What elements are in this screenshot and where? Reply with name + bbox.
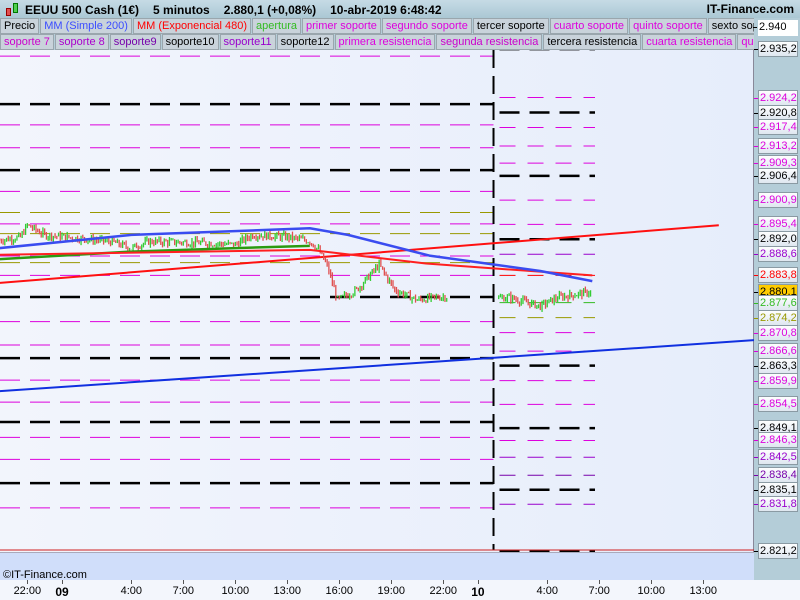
- chart-footer: ©IT-Finance.com: [0, 552, 754, 581]
- time-tick-mark: [443, 580, 445, 584]
- price-level-label: 2.854,5: [754, 396, 798, 413]
- price-level-label: 2.831,8: [754, 496, 798, 513]
- price-level-label: 2.900,9: [754, 192, 798, 209]
- chart-plot-area[interactable]: ©IT-Finance.com: [0, 50, 754, 581]
- legend-item[interactable]: segundo soporte: [381, 18, 472, 34]
- time-tick-label: 7:00: [172, 585, 195, 597]
- time-tick-label: 4:00: [536, 585, 558, 597]
- legend-item[interactable]: soporte 8: [54, 34, 109, 50]
- time-tick-mark: [651, 580, 653, 584]
- time-tick-mark: [703, 580, 705, 584]
- price-level-label: 2.859,9: [754, 372, 798, 389]
- time-tick-label: 19:00: [377, 585, 406, 597]
- price-level-label: 2.870,8: [754, 324, 798, 341]
- price-level-label: 2.863,3: [754, 357, 798, 374]
- time-tick-label: 13:00: [273, 585, 302, 597]
- legend-row-1: Precio MM (Simple 200) MM (Exponencial 480…: [0, 18, 756, 34]
- time-tick-mark: [183, 580, 185, 584]
- time-tick-mark: [547, 580, 549, 584]
- price-level-label: 2.821,2: [754, 542, 798, 559]
- legend-item[interactable]: tercer soporte: [472, 18, 549, 34]
- price-level-label: 2.842,5: [754, 449, 798, 466]
- time-tick-label: 10:00: [637, 585, 665, 597]
- time-tick-mark: [599, 580, 601, 584]
- price-level-label: 2.924,2: [754, 89, 798, 106]
- title-bar: EEUU 500 Cash (1€) 5 minutos 2.880,1 (+0…: [0, 0, 800, 19]
- legend-row-2: soporte 7 soporte 8 soporte9 soporte10 sopor…: [0, 34, 754, 50]
- price-level-label: 2.846,3: [754, 432, 798, 449]
- legend-item[interactable]: MM (Exponencial 480): [132, 18, 251, 34]
- time-tick-label: 4:00: [120, 585, 143, 597]
- time-tick-mark: [235, 580, 237, 584]
- price-level-label: 2.917,4: [754, 119, 798, 136]
- legend-item[interactable]: Precio: [0, 18, 40, 34]
- legend-item[interactable]: quinta resi: [737, 34, 754, 50]
- brand-name: IT-Finance.com: [706, 2, 794, 16]
- price-level-label: 2.892,0: [754, 231, 798, 248]
- legend-item[interactable]: soporte10: [161, 34, 219, 50]
- legend-item[interactable]: soporte9: [109, 34, 161, 50]
- legend-item[interactable]: cuarto soporte: [549, 18, 629, 34]
- time-tick-mark: [131, 580, 133, 584]
- time-tick-mark: [287, 580, 289, 584]
- legend-item[interactable]: primer soporte: [301, 18, 381, 34]
- price-level-label: 2.874,2: [754, 309, 798, 326]
- time-tick-mark: [391, 580, 393, 584]
- time-tick-label: 10: [471, 585, 485, 599]
- price-level-label: 2.877,6: [754, 294, 798, 311]
- time-tick-mark: [339, 580, 341, 584]
- time-tick-label: 22:00: [13, 585, 42, 597]
- price-chart: [0, 50, 754, 553]
- time-tick-label: 09: [55, 585, 69, 599]
- price-level-label: 2.895,4: [754, 216, 798, 233]
- price-level-label: 2.940: [753, 20, 798, 36]
- time-tick-mark: [62, 580, 63, 584]
- price-level-label: 2.883,8: [754, 267, 798, 284]
- time-tick-label: 16:00: [325, 585, 354, 597]
- legend-item[interactable]: soporte11: [219, 34, 276, 50]
- candlestick-logo-icon: [3, 2, 21, 18]
- legend-item[interactable]: segunda resistencia: [436, 34, 543, 50]
- time-tick-label: 13:00: [689, 585, 717, 597]
- datetime: 10-abr-2019 6:48:42: [330, 2, 442, 17]
- time-axis: 22:00 09 4:00 7:00 10:00 13:00 16:00 19:00 22:00…: [0, 580, 800, 600]
- legend-item[interactable]: quinto soporte: [629, 18, 707, 34]
- legend-item[interactable]: MM (Simple 200): [40, 18, 132, 34]
- legend-item[interactable]: soporte12: [276, 34, 334, 50]
- time-tick-mark: [27, 580, 29, 584]
- price-level-label: 2.935,2: [754, 41, 798, 58]
- blue-trendline: [0, 339, 754, 393]
- price-level-label: 2.913,2: [754, 137, 798, 154]
- legend-item[interactable]: cuarta resistencia: [642, 34, 737, 50]
- price-level-label: 2.906,4: [754, 167, 798, 184]
- legend-item[interactable]: apertura: [252, 18, 301, 34]
- ema-480-line: [0, 248, 593, 277]
- time-tick-label: 22:00: [429, 585, 458, 597]
- timeframe: 5 minutos: [153, 2, 210, 17]
- time-tick-label: 10:00: [221, 585, 250, 597]
- current-price: 2.880,1 (+0,08%): [223, 2, 317, 17]
- price-level-label: 2.888,6: [754, 246, 798, 263]
- legend-item[interactable]: sexto soporte: [707, 18, 756, 34]
- price-level-label: 2.920,8: [754, 104, 798, 121]
- legend-item[interactable]: soporte 7: [0, 34, 54, 50]
- time-tick-label: 7:00: [588, 585, 610, 597]
- instrument-name: EEUU 500 Cash (1€): [25, 2, 140, 17]
- time-tick-mark: [477, 580, 479, 584]
- legend-item[interactable]: primera resistencia: [334, 34, 436, 50]
- price-axis: 2.940 2.935,2 2.924,2 2.920,8 2.917,4 2.913,2…: [753, 18, 800, 580]
- legend-item[interactable]: tercera resistencia: [543, 34, 642, 50]
